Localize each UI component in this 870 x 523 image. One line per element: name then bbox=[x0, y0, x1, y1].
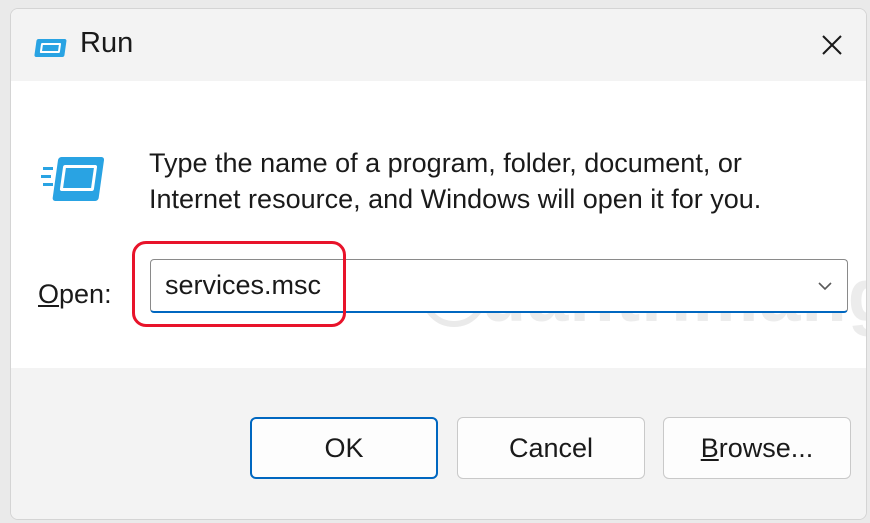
open-input[interactable]: services.msc bbox=[165, 270, 321, 301]
open-label: Open: bbox=[38, 279, 112, 310]
button-bar: OK Cancel Browse... bbox=[11, 368, 866, 519]
open-combobox[interactable]: services.msc bbox=[150, 259, 848, 313]
dialog-description: Type the name of a program, folder, docu… bbox=[149, 145, 839, 217]
browse-label-rest: rowse... bbox=[718, 432, 814, 463]
close-icon bbox=[822, 35, 842, 55]
open-label-mnemonic: O bbox=[38, 279, 60, 309]
browse-button[interactable]: Browse... bbox=[663, 417, 851, 479]
dialog-content: Type the name of a program, folder, docu… bbox=[11, 81, 866, 368]
chevron-down-icon bbox=[818, 282, 832, 291]
window-title: Run bbox=[80, 27, 134, 59]
description-line-2: Internet resource, and Windows will open… bbox=[149, 184, 762, 214]
dropdown-button[interactable] bbox=[811, 272, 839, 300]
title-bar: Run bbox=[11, 9, 866, 81]
description-line-1: Type the name of a program, folder, docu… bbox=[149, 148, 742, 178]
cancel-button[interactable]: Cancel bbox=[457, 417, 645, 479]
close-button[interactable] bbox=[810, 25, 854, 65]
run-icon bbox=[34, 39, 67, 57]
run-icon bbox=[41, 157, 105, 201]
ok-button[interactable]: OK bbox=[250, 417, 438, 479]
open-label-rest: pen: bbox=[59, 279, 112, 309]
browse-mnemonic: B bbox=[700, 432, 719, 463]
run-dialog: Run Type the name of a program, folder, … bbox=[10, 8, 867, 520]
